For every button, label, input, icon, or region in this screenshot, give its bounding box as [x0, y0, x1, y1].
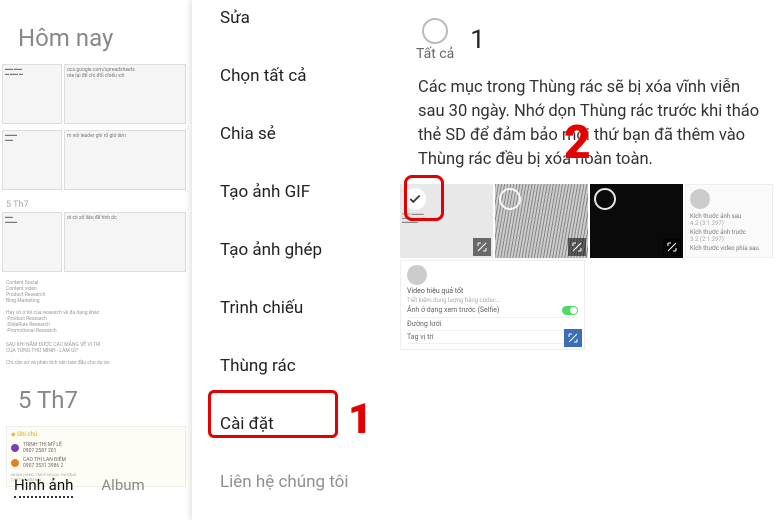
- overflow-menu: Sửa Chọn tất cả Chia sẻ Tạo ảnh GIF Tạo …: [192, 0, 398, 520]
- thumbnail[interactable]: ơi có số liệu để tính dc: [64, 212, 186, 272]
- selected-count: 1: [470, 25, 485, 55]
- size-label: Kích thước ảnh sau: [686, 213, 772, 220]
- setting-row: Tag vị trí: [407, 333, 434, 341]
- trash-item[interactable]: Kích thước ảnh sau 4.2 (3:1.297) Kích th…: [685, 184, 773, 258]
- trash-item[interactable]: [495, 184, 588, 258]
- expand-icon[interactable]: [663, 238, 681, 256]
- date-separator: 5 Th7: [0, 196, 192, 212]
- menu-create-collage[interactable]: Tạo ảnh ghép: [192, 221, 398, 279]
- trash-item[interactable]: Video hiệu quả tốt Tiết kiệm dung lượng …: [400, 260, 585, 350]
- select-all-label: Tất cả: [416, 46, 454, 62]
- thumbnail[interactable]: m nói leader ghi rõ giờ làm: [64, 130, 186, 190]
- thumb-text-block: Content SocialContent videoProduct Resea…: [0, 278, 192, 306]
- size-label: Kích thước video phía sau: [686, 243, 772, 252]
- thumb-text-block: Hay vô ơ tôi của research về đa dạng khá…: [0, 306, 192, 338]
- menu-settings[interactable]: Cài đặt: [192, 395, 398, 453]
- thumb-text: m nói leader ghi rõ giờ làm: [67, 133, 126, 139]
- gallery-screen: Hôm nay ▬▬ ▬▬▬ ▬▬ ▬ ocs.google.com/sprea…: [0, 0, 398, 520]
- thumb-text: ơi có số liệu để tính dc: [67, 215, 117, 221]
- select-circle-icon[interactable]: [594, 188, 616, 210]
- menu-share[interactable]: Chia sẻ: [192, 105, 398, 163]
- thumbnail[interactable]: ▬▬▬▬▬: [2, 212, 62, 272]
- thumb-text: ote lại để chị đối chiếu với: [67, 73, 124, 79]
- tab-album[interactable]: Album: [101, 476, 144, 498]
- select-circle-icon[interactable]: [499, 188, 521, 210]
- trash-grid: eBay ▬▬▬▬▬▬▬▬▬▬▬▬▬ Kích thước ảnh sau 4.…: [398, 184, 780, 350]
- size-label: Kích thước ảnh trước: [686, 227, 772, 236]
- select-all-checkbox[interactable]: [422, 18, 448, 44]
- bottom-tabs: Hình ảnh Album: [0, 466, 192, 520]
- toggle-icon: [562, 306, 578, 315]
- trash-screen: Tất cả 1 Các mục trong Thùng rác sẽ bị x…: [398, 0, 780, 520]
- setting-row: Đường lưới: [407, 320, 441, 328]
- menu-create-gif[interactable]: Tạo ảnh GIF: [192, 163, 398, 221]
- today-heading: Hôm nay: [0, 0, 192, 64]
- thumbnail[interactable]: ocs.google.com/spreadsheets ote lại để c…: [64, 64, 186, 124]
- expand-icon[interactable]: [473, 238, 491, 256]
- thumb-text-block: SAU KHI NĂM ĐƯỢC CÁC MẢNG VỀ VỊ TRÍCỦA T…: [0, 338, 192, 358]
- menu-trash[interactable]: Thùng rác: [192, 337, 398, 395]
- menu-slideshow[interactable]: Trình chiếu: [192, 279, 398, 337]
- date-heading: 5 Th7: [0, 374, 192, 422]
- thumb-row: ▬▬ ▬▬▬ ▬▬ ▬ ocs.google.com/spreadsheets …: [0, 64, 192, 124]
- expand-icon[interactable]: [564, 329, 582, 347]
- trash-item[interactable]: eBay ▬▬▬▬▬▬▬▬▬▬▬▬▬: [400, 184, 493, 258]
- check-icon[interactable]: [404, 188, 426, 210]
- menu-select-all[interactable]: Chọn tất cả: [192, 47, 398, 105]
- thumb-text-block: Chỉ cần xử và phân tích nên bàn đầu cho …: [0, 358, 192, 374]
- menu-edit[interactable]: Sửa: [192, 2, 398, 47]
- menu-contact[interactable]: Liên hệ chúng tôi: [192, 453, 398, 511]
- trash-item[interactable]: [590, 184, 683, 258]
- tab-images[interactable]: Hình ảnh: [14, 476, 73, 498]
- panel-heading: Video hiệu quả tốt: [407, 287, 578, 295]
- thumbnail[interactable]: ▬▬▬▬▬: [2, 130, 62, 190]
- setting-row: Ảnh ở dạng xem trước (Selfie): [407, 306, 499, 315]
- trash-info-text: Các mục trong Thùng rác sẽ bị xóa vĩnh v…: [398, 68, 780, 184]
- expand-icon[interactable]: [568, 238, 586, 256]
- thumbnail[interactable]: ▬▬ ▬▬▬ ▬▬ ▬: [2, 64, 62, 124]
